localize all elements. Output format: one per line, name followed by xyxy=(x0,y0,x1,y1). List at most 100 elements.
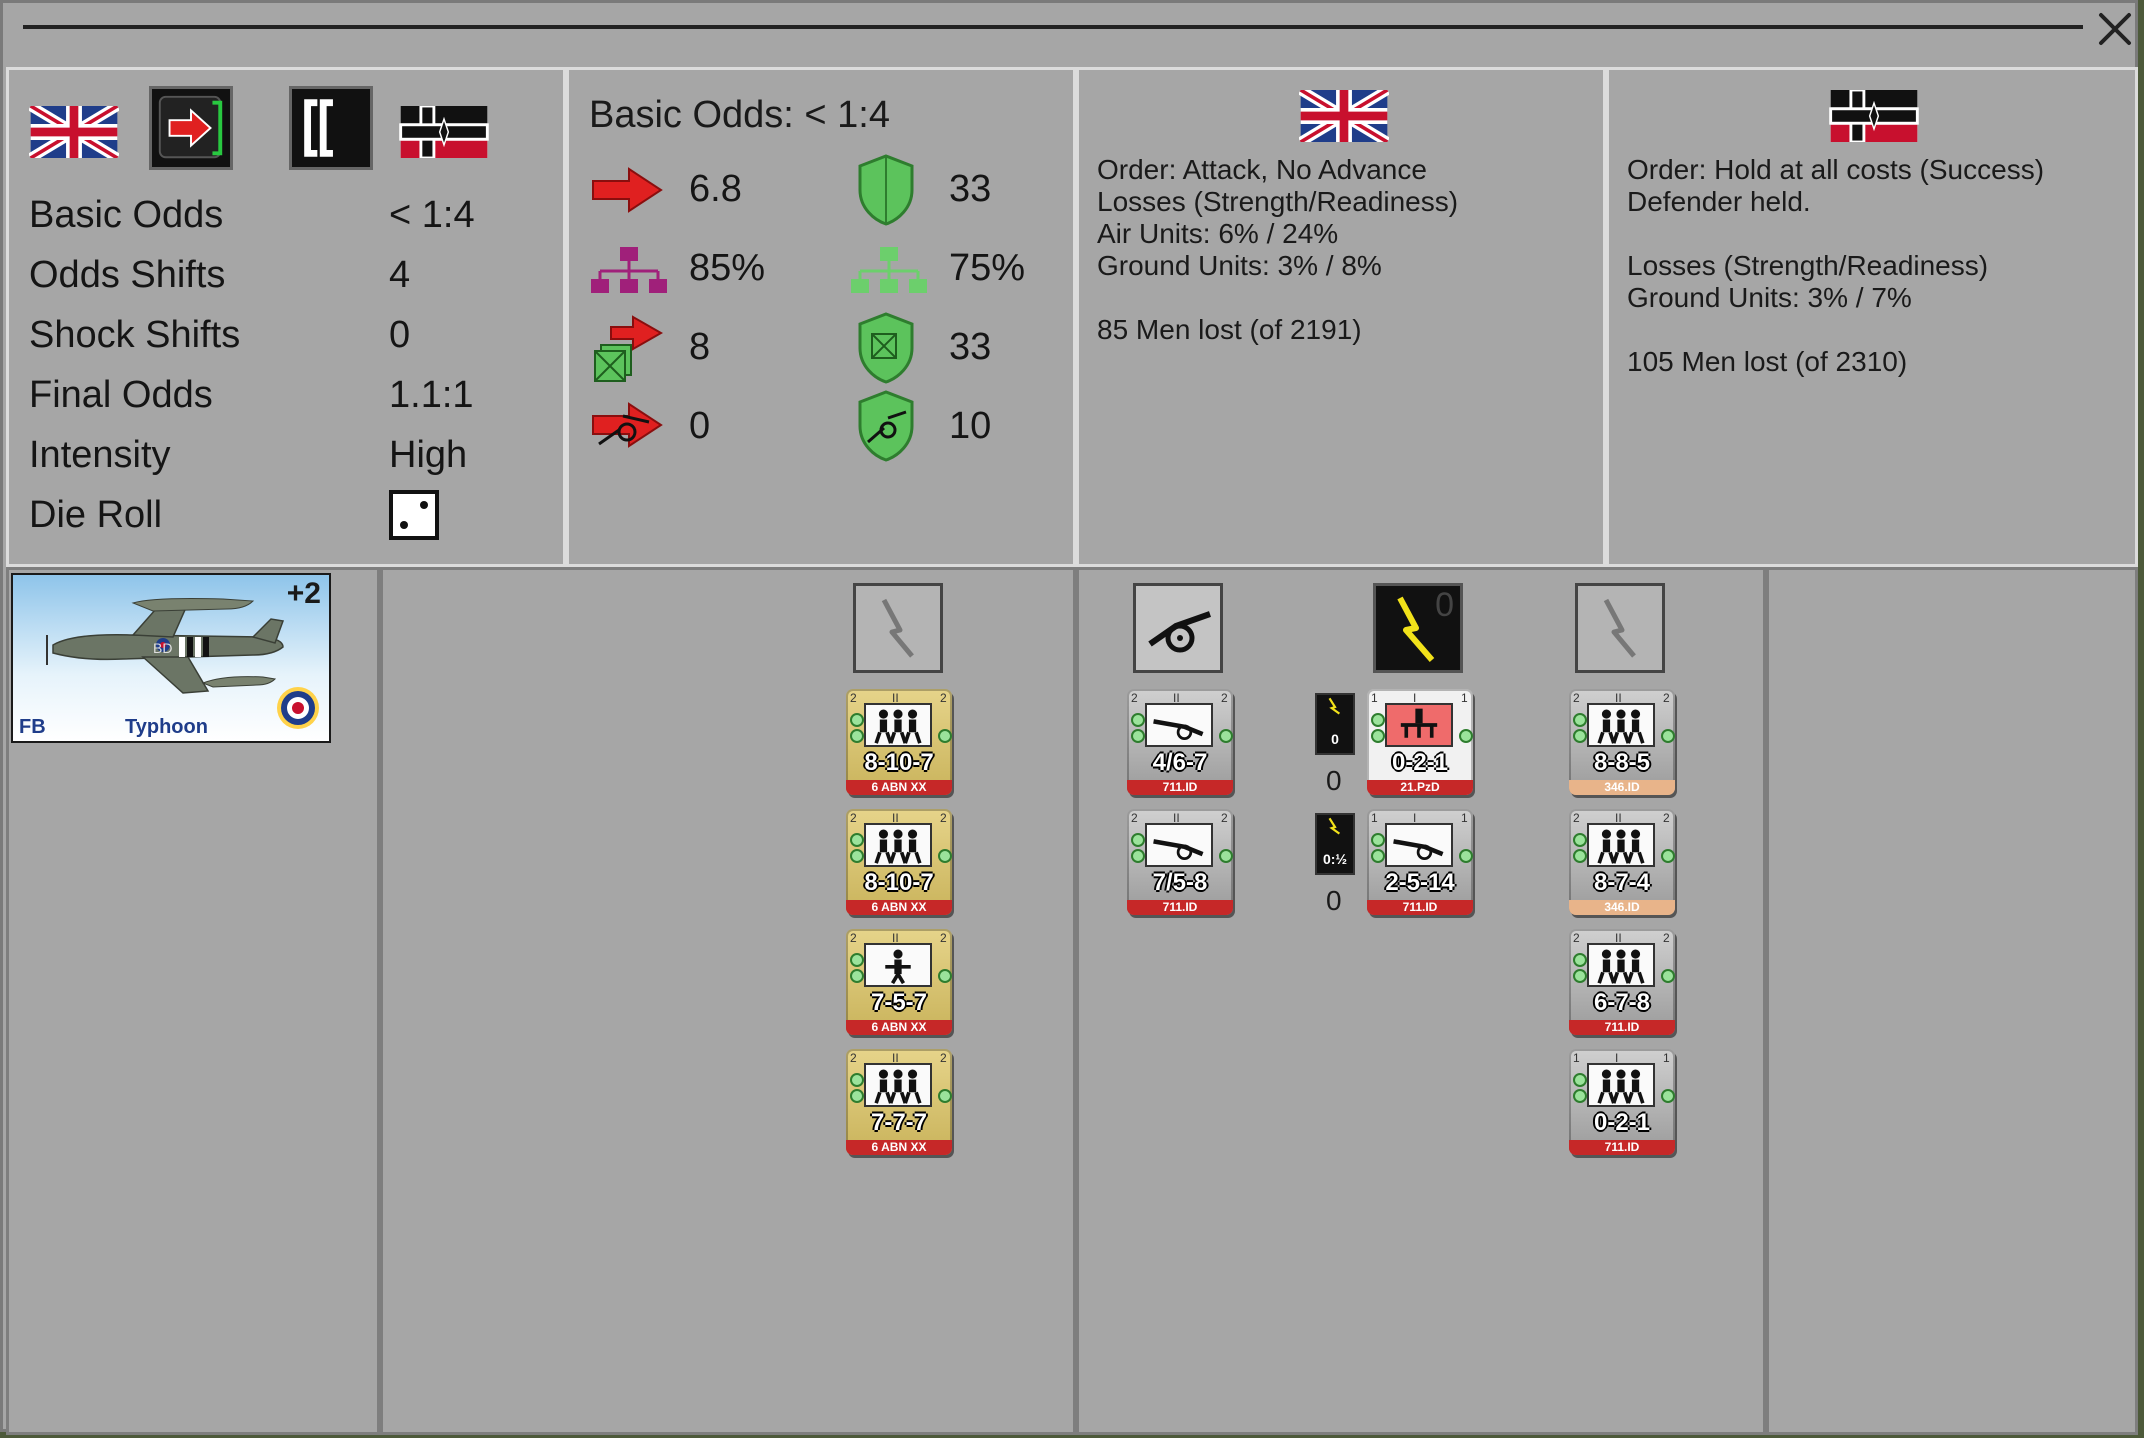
unit-size: II xyxy=(892,691,899,705)
attack-artillery-icon xyxy=(592,402,663,448)
defender-info-panel: Order: Hold at all costs (Success) Defen… xyxy=(1606,67,2138,567)
final-odds-value: 1.1:1 xyxy=(389,374,474,416)
defender-losses-heading: Losses (Strength/Readiness) xyxy=(1627,250,1989,281)
artillery-icon xyxy=(1148,611,1211,653)
unit-corner-value: 1 xyxy=(1461,691,1468,705)
air-modifier: +2 xyxy=(286,577,321,610)
defender-ground-losses: Ground Units: 3% / 7% xyxy=(1627,282,1912,313)
defense-armor-value: 33 xyxy=(949,326,992,368)
unit-strength: 8-10-7 xyxy=(864,869,934,896)
odds-panel: Basic Odds: < 1:4 6.8 33 85% 75% 8 33 0 … xyxy=(566,67,1076,567)
defender-hq-slot[interactable]: 0 xyxy=(1373,583,1463,673)
unit-strength: 8-7-4 xyxy=(1593,869,1651,896)
fortification-button[interactable] xyxy=(289,86,373,170)
unit-size: II xyxy=(892,1051,899,1065)
german-flag-icon xyxy=(1829,90,1919,142)
unit-symbol-icon xyxy=(864,1063,932,1107)
defender-infantry-counter[interactable]: II 2 2 8-8-5 346.ID xyxy=(1569,689,1675,795)
readiness-dot xyxy=(1661,849,1675,863)
readiness-dot xyxy=(1573,1089,1587,1103)
readiness-dot xyxy=(938,969,952,983)
unit-corner-value: 2 xyxy=(850,1051,857,1065)
combat-results-dialog: Basic Odds < 1:4 Odds Shifts 4 Shock Shi… xyxy=(0,0,2138,1435)
unit-symbol-icon xyxy=(1145,823,1213,867)
defender-hq-counter[interactable]: I 1 1 0-2-1 21.PzD xyxy=(1367,689,1473,795)
unit-strength: 0-2-1 xyxy=(1593,1109,1651,1136)
defender-artillery-slot[interactable] xyxy=(1133,583,1223,673)
unit-strength: 7-7-7 xyxy=(870,1109,928,1136)
attack-armor-value: 8 xyxy=(689,326,711,368)
unit-strength: 8-8-5 xyxy=(1593,749,1651,776)
readiness-dot xyxy=(1131,713,1145,727)
basic-odds-label: Basic Odds xyxy=(29,194,224,236)
aircraft-code: BD xyxy=(153,640,172,656)
unit-size: II xyxy=(1173,811,1180,825)
die-roll-label: Die Roll xyxy=(29,494,163,536)
shock-shifts-value: 0 xyxy=(389,314,411,356)
unit-symbol-icon xyxy=(1385,703,1453,747)
attacker-hq-slot[interactable] xyxy=(853,583,943,673)
unit-corner-value: 2 xyxy=(940,691,947,705)
attack-mode-button[interactable] xyxy=(149,86,233,170)
unit-symbol-icon xyxy=(1587,1063,1655,1107)
unit-corner-value: 1 xyxy=(1663,1051,1670,1065)
unit-corner-value: 2 xyxy=(1221,691,1228,705)
unit-corner-value: 2 xyxy=(940,931,947,945)
unit-size: II xyxy=(892,931,899,945)
readiness-dot xyxy=(1573,953,1587,967)
unit-formation: 6 ABN XX xyxy=(846,780,952,795)
attacker-ground-losses: Ground Units: 3% / 8% xyxy=(1097,250,1382,281)
attack-strength-value: 6.8 xyxy=(689,168,742,210)
air-unit-card[interactable]: BD +2 FB Typhoon xyxy=(11,573,331,743)
defender-artillery-counter[interactable]: II 2 2 4/6-7 711.ID xyxy=(1127,689,1233,795)
air-name-label: Typhoon xyxy=(125,716,208,738)
attacker-unit-counter[interactable]: II 2 2 8-10-7 6 ABN XX xyxy=(846,689,952,795)
attacker-unit-counter[interactable]: II 2 2 7-7-7 6 ABN XX xyxy=(846,1049,952,1155)
unit-corner-value: 1 xyxy=(1371,811,1378,825)
defender-hq-counter[interactable]: I 1 1 2-5-14 711.ID xyxy=(1367,809,1473,915)
unit-corner-value: 1 xyxy=(1573,1051,1580,1065)
defender-infantry-counter[interactable]: II 2 2 8-7-4 346.ID xyxy=(1569,809,1675,915)
defender-infantry-counter[interactable]: II 2 2 6-7-8 711.ID xyxy=(1569,929,1675,1035)
odds-shifts-label: Odds Shifts xyxy=(29,254,226,296)
defense-artillery-value: 10 xyxy=(949,405,992,447)
readiness-dot xyxy=(1371,833,1385,847)
unit-size: I xyxy=(1413,811,1417,825)
unit-symbol-icon xyxy=(1587,823,1655,867)
defender-infantry-counter[interactable]: I 1 1 0-2-1 711.ID xyxy=(1569,1049,1675,1155)
readiness-dot xyxy=(850,953,864,967)
unit-formation: 21.PzD xyxy=(1367,780,1473,795)
unit-formation: 711.ID xyxy=(1127,780,1233,795)
unit-size: II xyxy=(1173,691,1180,705)
defense-strength-icon xyxy=(858,154,914,226)
intensity-value: High xyxy=(389,434,468,476)
attacker-unit-counter[interactable]: II 2 2 7-5-7 6 ABN XX xyxy=(846,929,952,1035)
attacker-men-lost: 85 Men lost (of 2191) xyxy=(1097,314,1362,345)
unit-corner-value: 1 xyxy=(1371,691,1378,705)
unit-corner-value: 2 xyxy=(1573,691,1580,705)
unit-symbol-icon xyxy=(864,703,932,747)
shock-shifts-label: Shock Shifts xyxy=(29,314,241,356)
defender-infantry-slot[interactable] xyxy=(1575,583,1665,673)
readiness-dot xyxy=(1661,1089,1675,1103)
unit-formation: 711.ID xyxy=(1569,1140,1675,1155)
lightning-icon xyxy=(1603,598,1636,658)
readiness-dot xyxy=(1573,969,1587,983)
defense-cohesion-icon xyxy=(851,247,927,293)
attack-cohesion-value: 85% xyxy=(689,247,766,289)
readiness-dot xyxy=(850,849,864,863)
unit-strength: 7-5-7 xyxy=(870,989,928,1016)
readiness-dot xyxy=(1131,849,1145,863)
readiness-dot xyxy=(1573,833,1587,847)
hq-slot-digit: 0 xyxy=(1435,586,1454,624)
odds-heading: Basic Odds: < 1:4 xyxy=(589,94,890,136)
unit-strength: 6-7-8 xyxy=(1593,989,1651,1016)
close-icon[interactable] xyxy=(2093,7,2137,51)
defender-artillery-counter[interactable]: II 2 2 7/5-8 711.ID xyxy=(1127,809,1233,915)
readiness-dot xyxy=(1573,1073,1587,1087)
readiness-dot xyxy=(1573,849,1587,863)
defense-strength-value: 33 xyxy=(949,168,992,210)
final-odds-label: Final Odds xyxy=(29,374,213,416)
unit-strength: 0-2-1 xyxy=(1391,749,1449,776)
attacker-unit-counter[interactable]: II 2 2 8-10-7 6 ABN XX xyxy=(846,809,952,915)
